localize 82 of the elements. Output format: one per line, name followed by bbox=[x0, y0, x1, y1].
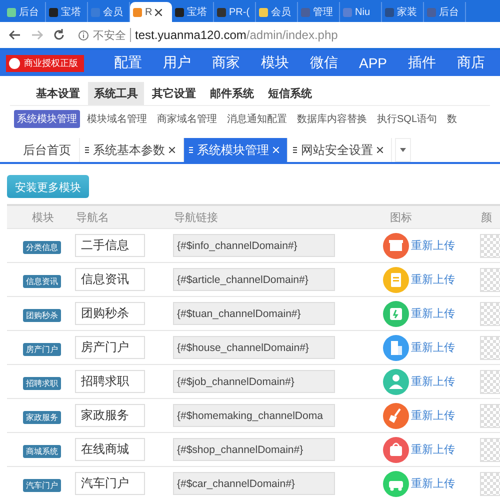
module-icon bbox=[383, 334, 409, 360]
reupload-link[interactable]: 重新上传 bbox=[411, 306, 455, 321]
reupload-link[interactable]: 重新上传 bbox=[411, 476, 455, 491]
tool-tab[interactable]: 模块域名管理 bbox=[84, 110, 150, 128]
reload-icon[interactable] bbox=[52, 28, 66, 42]
color-swatch[interactable] bbox=[480, 336, 500, 360]
nav-item[interactable]: 商店 bbox=[457, 54, 486, 72]
module-tag: 家政服务 bbox=[23, 410, 61, 424]
nav-item[interactable]: APP bbox=[359, 55, 388, 71]
nav-item[interactable]: 商家 bbox=[212, 54, 240, 72]
color-swatch[interactable] bbox=[480, 234, 500, 258]
nav-item[interactable]: 插件 bbox=[408, 54, 436, 72]
module-icon bbox=[383, 300, 409, 326]
nav-name-field[interactable]: 在线商城 bbox=[75, 438, 145, 461]
color-swatch[interactable] bbox=[480, 268, 500, 292]
forward-icon[interactable] bbox=[30, 28, 44, 42]
module-icon bbox=[383, 470, 409, 496]
close-icon[interactable] bbox=[169, 147, 175, 153]
grip-icon bbox=[293, 147, 297, 153]
nav-name-field[interactable]: 房产门户 bbox=[75, 336, 145, 359]
tool-tab[interactable]: 消息通知配置 bbox=[224, 110, 290, 128]
nav-name-field[interactable]: 团购秒杀 bbox=[75, 302, 145, 325]
nav-item[interactable]: 用户 bbox=[163, 54, 191, 72]
color-swatch[interactable] bbox=[480, 472, 500, 496]
module-icon bbox=[383, 402, 409, 428]
module-icon bbox=[383, 436, 409, 462]
column-header: 图标 bbox=[390, 212, 412, 224]
reupload-link[interactable]: 重新上传 bbox=[411, 238, 455, 253]
module-tag: 团购秒杀 bbox=[23, 308, 61, 322]
caret-icon bbox=[400, 148, 406, 152]
color-swatch[interactable] bbox=[480, 404, 500, 428]
reupload-link[interactable]: 重新上传 bbox=[411, 374, 455, 389]
module-tag: 分类信息 bbox=[23, 240, 61, 254]
tabs-dropdown[interactable] bbox=[395, 138, 411, 162]
color-swatch[interactable] bbox=[480, 438, 500, 462]
color-swatch[interactable] bbox=[480, 370, 500, 394]
settings-tab[interactable]: 其它设置 bbox=[146, 82, 202, 105]
color-swatch[interactable] bbox=[480, 302, 500, 326]
settings-tab[interactable]: 系统工具 bbox=[88, 82, 144, 105]
column-header: 颜 bbox=[481, 212, 492, 224]
module-tag: 招聘求职 bbox=[23, 376, 61, 390]
nav-name-field[interactable]: 招聘求职 bbox=[75, 370, 145, 393]
column-header: 导航链接 bbox=[174, 212, 218, 224]
nav-name-field[interactable]: 汽车门户 bbox=[75, 472, 145, 495]
module-icon bbox=[383, 266, 409, 292]
nav-item[interactable]: 模块 bbox=[261, 54, 289, 72]
reupload-link[interactable]: 重新上传 bbox=[411, 272, 455, 287]
close-icon[interactable] bbox=[155, 8, 162, 16]
tool-tab[interactable]: 数据库内容替换 bbox=[294, 110, 370, 128]
tool-tab[interactable]: 商家域名管理 bbox=[154, 110, 220, 128]
info-icon[interactable] bbox=[78, 30, 89, 40]
tool-tab[interactable]: 数 bbox=[444, 110, 460, 128]
module-icon bbox=[383, 232, 409, 258]
module-tag: 房产门户 bbox=[23, 342, 61, 356]
settings-tab[interactable]: 短信系统 bbox=[262, 82, 318, 105]
tool-tab[interactable]: 执行SQL语句 bbox=[374, 110, 440, 128]
nav-item[interactable]: 微信 bbox=[310, 54, 338, 72]
reupload-link[interactable]: 重新上传 bbox=[411, 442, 455, 457]
module-icon bbox=[383, 368, 409, 394]
nav-name-field[interactable]: 家政服务 bbox=[75, 404, 145, 427]
module-tag: 信息资讯 bbox=[23, 274, 61, 288]
tool-tab[interactable]: 系统模块管理 bbox=[14, 110, 80, 128]
reupload-link[interactable]: 重新上传 bbox=[411, 340, 455, 355]
license-badge: 商业授权正版 bbox=[6, 54, 84, 72]
grip-icon bbox=[85, 147, 89, 153]
browser-tab[interactable]: R bbox=[130, 2, 172, 22]
column-header: 模块 bbox=[32, 212, 54, 224]
settings-tab[interactable]: 基本设置 bbox=[30, 82, 86, 105]
nav-name-field[interactable]: 二手信息 bbox=[75, 234, 145, 257]
module-tag: 汽车门户 bbox=[23, 478, 61, 492]
nav-item[interactable]: 配置 bbox=[114, 54, 142, 72]
reupload-link[interactable]: 重新上传 bbox=[411, 408, 455, 423]
back-icon[interactable] bbox=[8, 28, 22, 42]
module-tag: 商城系统 bbox=[23, 444, 61, 458]
page-tab[interactable]: 系统模块管理 bbox=[184, 138, 288, 162]
url-text[interactable]: test.yuanma120.com/admin/index.php bbox=[130, 28, 338, 42]
close-icon[interactable] bbox=[377, 147, 383, 153]
security-label: 不安全 bbox=[93, 28, 126, 42]
nav-name-field[interactable]: 信息资讯 bbox=[75, 268, 145, 291]
column-header: 导航名 bbox=[76, 212, 109, 224]
grip-icon bbox=[189, 147, 193, 153]
settings-tab[interactable]: 邮件系统 bbox=[204, 82, 260, 105]
